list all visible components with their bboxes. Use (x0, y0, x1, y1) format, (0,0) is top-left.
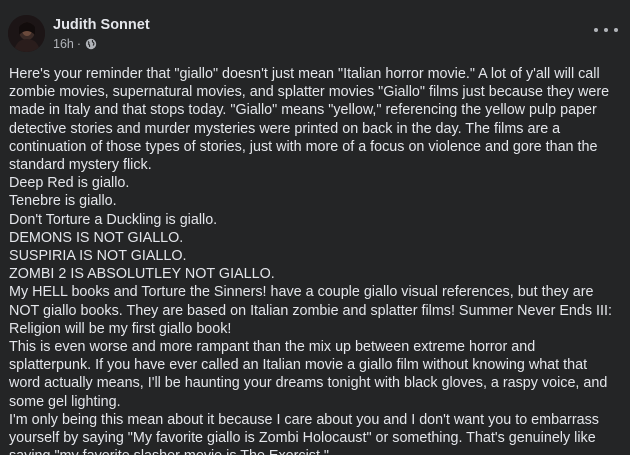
avatar[interactable] (8, 15, 45, 52)
author-name[interactable]: Judith Sonnet (53, 17, 150, 33)
post-body: Here's your reminder that "giallo" doesn… (9, 65, 621, 455)
more-options-icon[interactable] (594, 22, 618, 38)
globe-icon[interactable] (85, 38, 97, 50)
meta-separator: · (76, 37, 82, 51)
post-meta: 16h · (53, 37, 97, 51)
post-paragraph: DEMONS IS NOT GIALLO. (9, 229, 184, 246)
dot (614, 28, 618, 32)
post-paragraph: Deep Red is giallo. (9, 175, 130, 192)
post: Judith Sonnet 16h · Here's your reminder… (0, 0, 630, 455)
post-paragraph: Here's your reminder that "giallo" doesn… (9, 66, 610, 174)
dot (604, 28, 608, 32)
dot (594, 28, 598, 32)
post-paragraph: My HELL books and Torture the Sinners! h… (9, 284, 612, 337)
post-paragraph: Tenebre is giallo. (9, 193, 117, 210)
post-header: Judith Sonnet 16h · (0, 0, 630, 60)
post-paragraph: This is even worse and more rampant than… (9, 339, 608, 410)
post-paragraph: SUSPIRIA IS NOT GIALLO. (9, 248, 187, 265)
post-paragraph: I'm only being this mean about it becaus… (9, 411, 599, 455)
avatar-image (8, 15, 45, 52)
post-paragraph: Don't Torture a Duckling is giallo. (9, 211, 218, 228)
post-timestamp[interactable]: 16h (53, 37, 74, 51)
post-paragraph: ZOMBI 2 IS ABSOLUTLEY NOT GIALLO. (9, 266, 275, 283)
